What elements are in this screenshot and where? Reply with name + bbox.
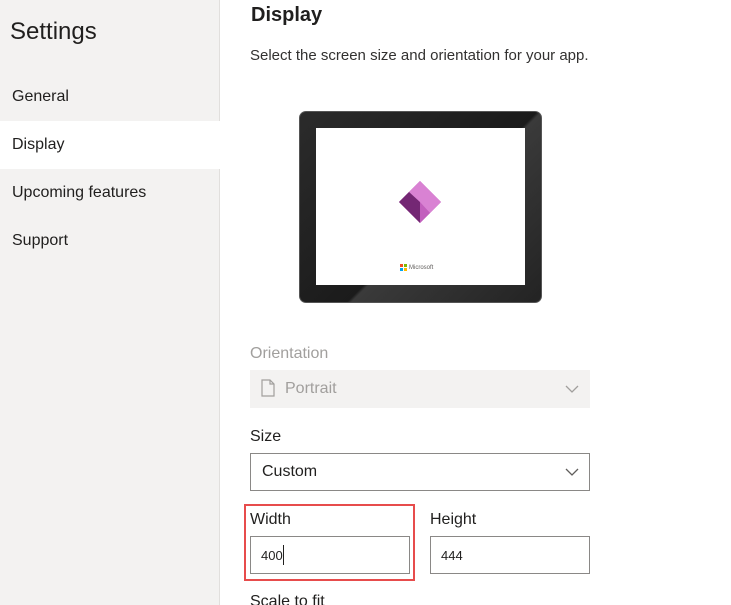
height-label: Height — [430, 511, 477, 528]
sidebar-item-upcoming-features[interactable]: Upcoming features — [0, 169, 220, 217]
chevron-down-icon — [565, 382, 579, 396]
size-value: Custom — [262, 463, 318, 480]
settings-sidebar: Settings General Display Upcoming featur… — [0, 0, 220, 605]
page-title: Display — [251, 4, 323, 26]
tablet-preview: Microsoft — [299, 111, 542, 303]
power-apps-logo-icon — [395, 178, 445, 228]
orientation-value: Portrait — [285, 380, 337, 397]
microsoft-label: Microsoft — [409, 264, 434, 271]
width-input[interactable] — [250, 536, 410, 574]
orientation-label: Orientation — [250, 345, 329, 362]
tablet-screen: Microsoft — [316, 128, 525, 285]
orientation-dropdown[interactable]: Portrait — [250, 370, 590, 408]
microsoft-brand: Microsoft — [400, 264, 433, 271]
size-dropdown[interactable]: Custom — [250, 453, 590, 491]
display-settings-panel: Display Select the screen size and orien… — [220, 0, 731, 605]
width-label: Width — [250, 511, 291, 528]
sidebar-item-general[interactable]: General — [0, 73, 220, 121]
scale-to-fit-label: Scale to fit — [250, 593, 325, 605]
page-description: Select the screen size and orientation f… — [250, 47, 589, 64]
chevron-down-icon — [565, 465, 579, 479]
text-cursor — [283, 545, 284, 565]
document-portrait-icon — [261, 379, 275, 397]
size-label: Size — [250, 428, 282, 445]
sidebar-item-support[interactable]: Support — [0, 217, 220, 265]
sidebar-item-display[interactable]: Display — [0, 121, 220, 169]
microsoft-logo-icon — [400, 264, 407, 271]
sidebar-title: Settings — [10, 18, 97, 45]
height-input[interactable] — [430, 536, 590, 574]
